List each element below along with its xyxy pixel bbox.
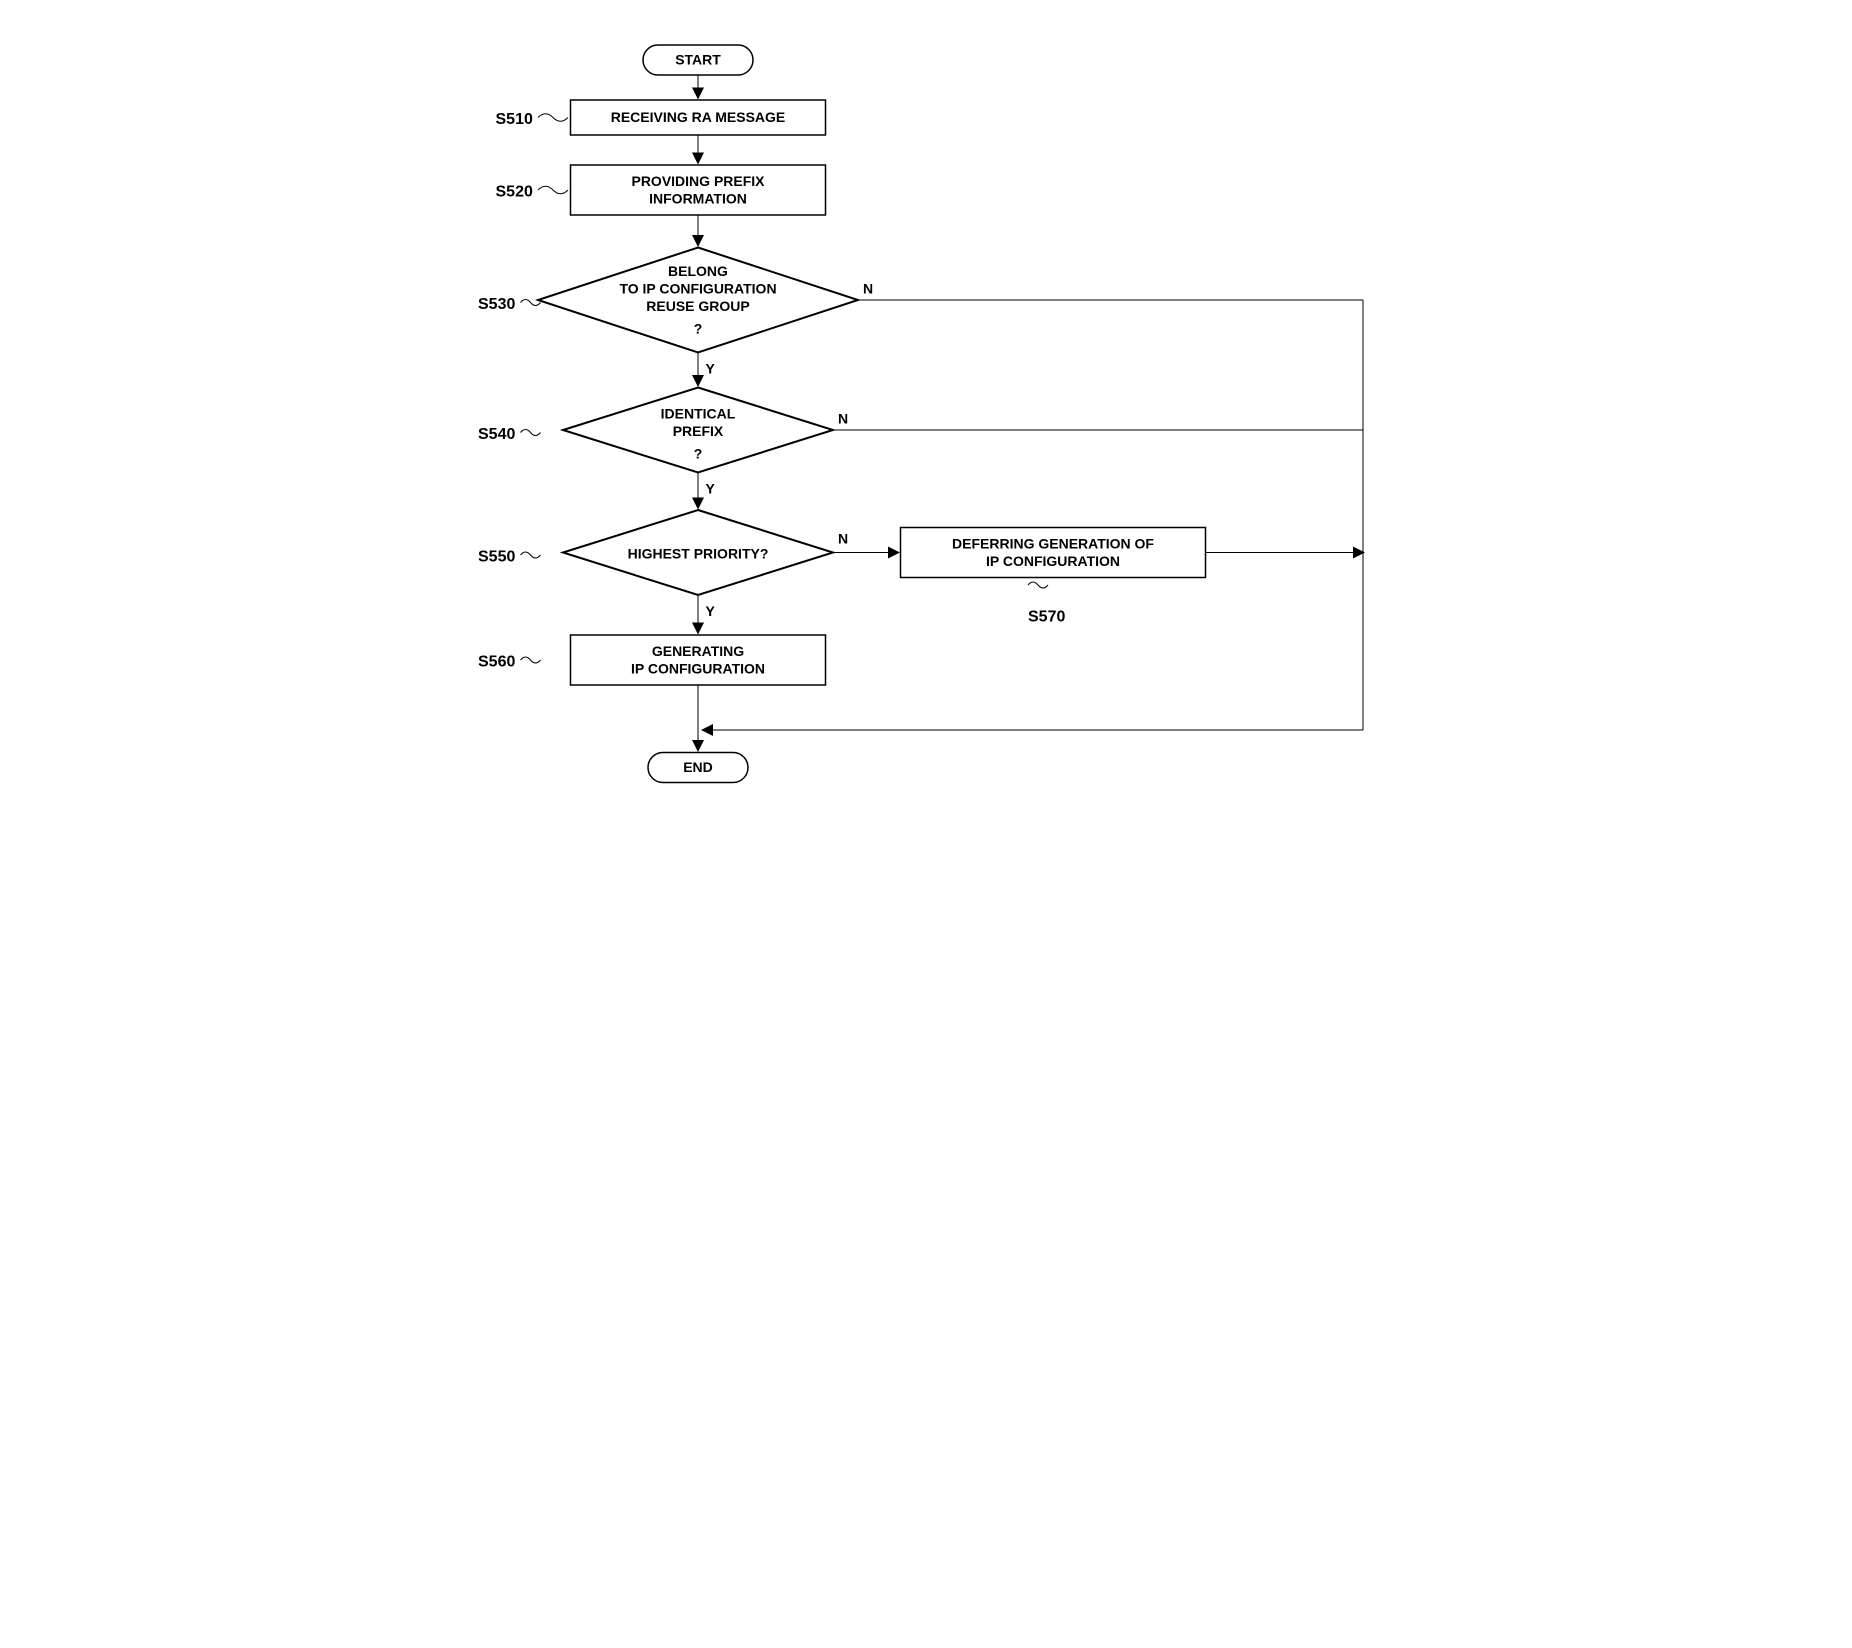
flowchart-diagram: START RECEIVING RA MESSAGE S510 PROVIDIN… <box>463 20 1389 844</box>
decision-s540-no-label: N <box>838 411 848 427</box>
decision-s540-text-2: PREFIX <box>673 423 724 439</box>
terminal-start-label: START <box>675 52 721 68</box>
process-s570-text-2: IP CONFIGURATION <box>986 553 1120 569</box>
process-s570 <box>901 528 1206 578</box>
process-s520 <box>571 165 826 215</box>
step-label-s560: S560 <box>478 654 515 671</box>
step-label-s550: S550 <box>478 549 515 566</box>
decision-s550-yes-label: Y <box>706 603 716 619</box>
decision-s550-no-label: N <box>838 531 848 547</box>
step-label-s510: S510 <box>496 111 533 128</box>
step-label-s520: S520 <box>496 184 533 201</box>
decision-s530-text-3: REUSE GROUP <box>646 298 749 314</box>
decision-s550-text-1: HIGHEST PRIORITY? <box>628 546 769 562</box>
decision-s540-text-1: IDENTICAL <box>661 406 736 422</box>
decision-s540-text-3: ? <box>694 446 703 462</box>
decision-s530-text-1: BELONG <box>668 263 728 279</box>
process-s510-text: RECEIVING RA MESSAGE <box>611 109 786 125</box>
decision-s530-no-label: N <box>863 281 873 297</box>
step-label-s540: S540 <box>478 426 515 443</box>
decision-s530-yes-label: Y <box>706 361 716 377</box>
process-s560 <box>571 635 826 685</box>
decision-s540-yes-label: Y <box>706 481 716 497</box>
process-s520-text-2: INFORMATION <box>649 191 747 207</box>
step-label-s530: S530 <box>478 296 515 313</box>
terminal-end-label: END <box>683 759 713 775</box>
process-s520-text-1: PROVIDING PREFIX <box>631 173 765 189</box>
decision-s530-text-4: ? <box>694 321 703 337</box>
process-s560-text-1: GENERATING <box>652 643 744 659</box>
decision-s530-text-2: TO IP CONFIGURATION <box>619 281 776 297</box>
process-s570-text-1: DEFERRING GENERATION OF <box>952 536 1154 552</box>
process-s560-text-2: IP CONFIGURATION <box>631 661 765 677</box>
step-label-s570: S570 <box>1028 609 1065 626</box>
